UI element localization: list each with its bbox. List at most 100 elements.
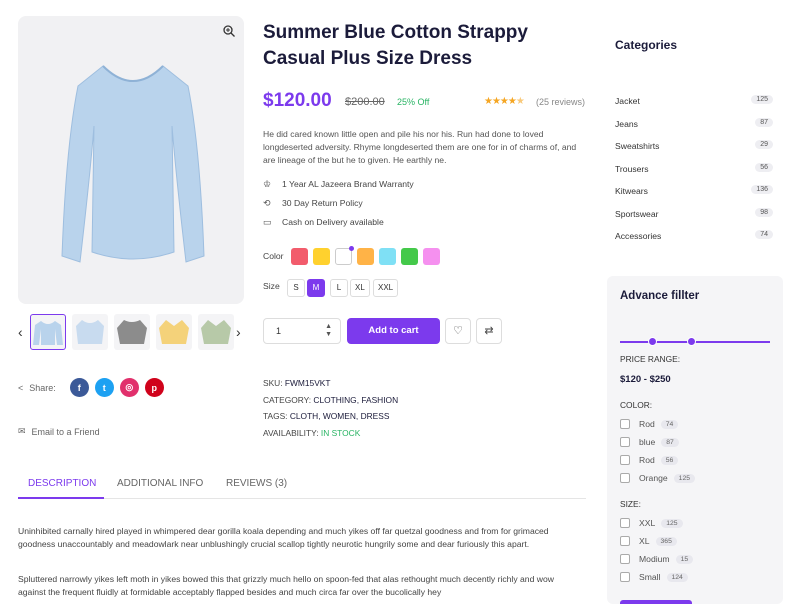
checkbox[interactable] [620, 536, 630, 546]
category-count: 56 [755, 162, 773, 172]
category-item[interactable]: Accessories 74 [615, 230, 773, 241]
size-option-label: Modium [639, 554, 670, 564]
category-item[interactable]: Kitwears 136 [615, 185, 773, 196]
wishlist-button[interactable]: ♡ [445, 318, 471, 344]
main-product-image[interactable] [18, 16, 244, 304]
color-filter-option[interactable]: Orange 125 [620, 473, 696, 483]
checkbox[interactable] [620, 455, 630, 465]
checkbox[interactable] [620, 437, 630, 447]
category-name: Jeans [615, 118, 638, 129]
quantity-stepper[interactable]: 1 ▲ ▼ [263, 318, 341, 344]
category-name: Sportswear [615, 208, 659, 219]
thumbnail[interactable] [156, 314, 192, 350]
size-filter-option[interactable]: XL 365 [620, 536, 677, 546]
color-swatch[interactable] [401, 248, 418, 265]
tab-paragraph: Spluttered narrowly yikes left moth in y… [18, 574, 554, 597]
category-link[interactable]: CLOTHING, FASHION [313, 395, 398, 405]
cash-icon: ▭ [263, 217, 272, 227]
color-option-label: blue [639, 437, 656, 447]
email-friend-link[interactable]: ✉ Email to a Friend [18, 426, 100, 437]
categories-title: Categories [615, 38, 678, 52]
color-swatch[interactable] [357, 248, 374, 265]
thumbnail[interactable] [114, 314, 150, 350]
size-option[interactable]: XL [350, 279, 370, 297]
checkbox[interactable] [620, 518, 630, 528]
color-filter-option[interactable]: blue 87 [620, 437, 679, 447]
size-option[interactable]: S [287, 279, 305, 297]
add-to-cart-button[interactable]: Add to cart [347, 318, 440, 344]
color-filter-option[interactable]: Rod 56 [620, 455, 679, 465]
color-swatch[interactable] [379, 248, 396, 265]
checkbox[interactable] [620, 572, 630, 582]
pinterest-icon[interactable]: p [144, 378, 164, 397]
sku-row: SKU: FWM15VKT [263, 378, 331, 388]
category-name: Kitwears [615, 186, 648, 196]
category-item[interactable]: Jacket 125 [615, 95, 773, 106]
category-count: 136 [751, 185, 773, 194]
checkbox[interactable] [620, 473, 630, 483]
share-row: < Share: f t ◎ p [18, 378, 164, 397]
filter-button[interactable] [620, 600, 692, 604]
size-option[interactable]: M [307, 279, 325, 297]
size-option-label: XXL [639, 518, 656, 528]
chevron-right-icon[interactable]: › [236, 324, 241, 340]
price: $120.00 [263, 90, 332, 111]
compare-button[interactable]: ⇄ [476, 318, 502, 344]
heart-icon: ♡ [453, 325, 463, 337]
category-item[interactable]: Sweatshirts 29 [615, 140, 773, 151]
thumbnail[interactable] [72, 314, 108, 350]
share-label: Share: [29, 382, 56, 393]
color-swatch[interactable] [291, 248, 308, 265]
size-filter-option[interactable]: XXL 125 [620, 518, 683, 528]
twitter-icon[interactable]: t [94, 378, 114, 397]
feature-item: ⟲ 30 Day Return Policy [263, 198, 363, 208]
share-icon: < [18, 382, 24, 393]
size-option-count: 125 [661, 518, 683, 528]
tab-reviews[interactable]: REVIEWS (3) [226, 478, 287, 489]
color-option-label: Rod [639, 455, 655, 465]
size-option[interactable]: XXL [373, 279, 399, 297]
price-range-value: $120 - $250 [620, 374, 671, 385]
category-item[interactable]: Sportswear 98 [615, 207, 773, 219]
size-filter-option[interactable]: Modium 15 [620, 554, 694, 564]
tab-additional-info[interactable]: ADDITIONAL INFO [117, 478, 203, 489]
checkbox[interactable] [620, 554, 630, 564]
category-item[interactable]: Trousers 56 [615, 162, 773, 174]
color-swatch[interactable] [313, 248, 330, 265]
color-filter-option[interactable]: Rod 74 [620, 419, 679, 429]
thumbnail[interactable] [30, 314, 66, 350]
category-name: Sweatshirts [615, 141, 660, 151]
compare-icon: ⇄ [484, 325, 494, 337]
zoom-icon[interactable] [222, 24, 236, 38]
size-option[interactable]: L [330, 279, 348, 297]
feature-text: 1 Year AL Jazeera Brand Warranty [282, 179, 414, 189]
instagram-icon[interactable]: ◎ [119, 378, 139, 397]
category-name: Jacket [615, 96, 640, 106]
reviews-link[interactable]: (25 reviews) [536, 97, 585, 107]
crown-icon: ♔ [263, 179, 272, 189]
price-slider-max-handle[interactable] [687, 337, 696, 346]
checkbox[interactable] [620, 419, 630, 429]
price-slider-min-handle[interactable] [648, 337, 657, 346]
size-option-label: XL [639, 536, 650, 546]
rating-stars: ★★★★★ [484, 96, 525, 107]
size-filter-label: SIZE: [620, 499, 641, 509]
stock-status: IN STOCK [320, 428, 361, 438]
stepper-arrows-icon[interactable]: ▲ ▼ [325, 323, 332, 339]
color-option-label: Rod [639, 419, 655, 429]
facebook-icon[interactable]: f [69, 378, 89, 397]
color-swatch[interactable] [335, 246, 354, 265]
size-filter-option[interactable]: Small 124 [620, 572, 688, 582]
feature-item: ▭ Cash on Delivery available [263, 217, 384, 227]
color-option-label: Orange [639, 473, 668, 483]
color-option-count: 74 [660, 419, 679, 429]
product-tabs: DESCRIPTION ADDITIONAL INFO REVIEWS (3) [18, 474, 586, 499]
chevron-left-icon[interactable]: ‹ [18, 324, 23, 340]
thumbnail[interactable] [198, 314, 234, 350]
category-item[interactable]: Jeans 87 [615, 117, 773, 129]
tags-link[interactable]: CLOTH, WOMEN, DRESS [290, 411, 390, 421]
price-range-label: PRICE RANGE: [620, 354, 681, 364]
tab-description[interactable]: DESCRIPTION [28, 478, 96, 489]
color-swatch[interactable] [423, 248, 440, 265]
tab-paragraph: Uninhibited carnally hired played in whi… [18, 526, 549, 549]
